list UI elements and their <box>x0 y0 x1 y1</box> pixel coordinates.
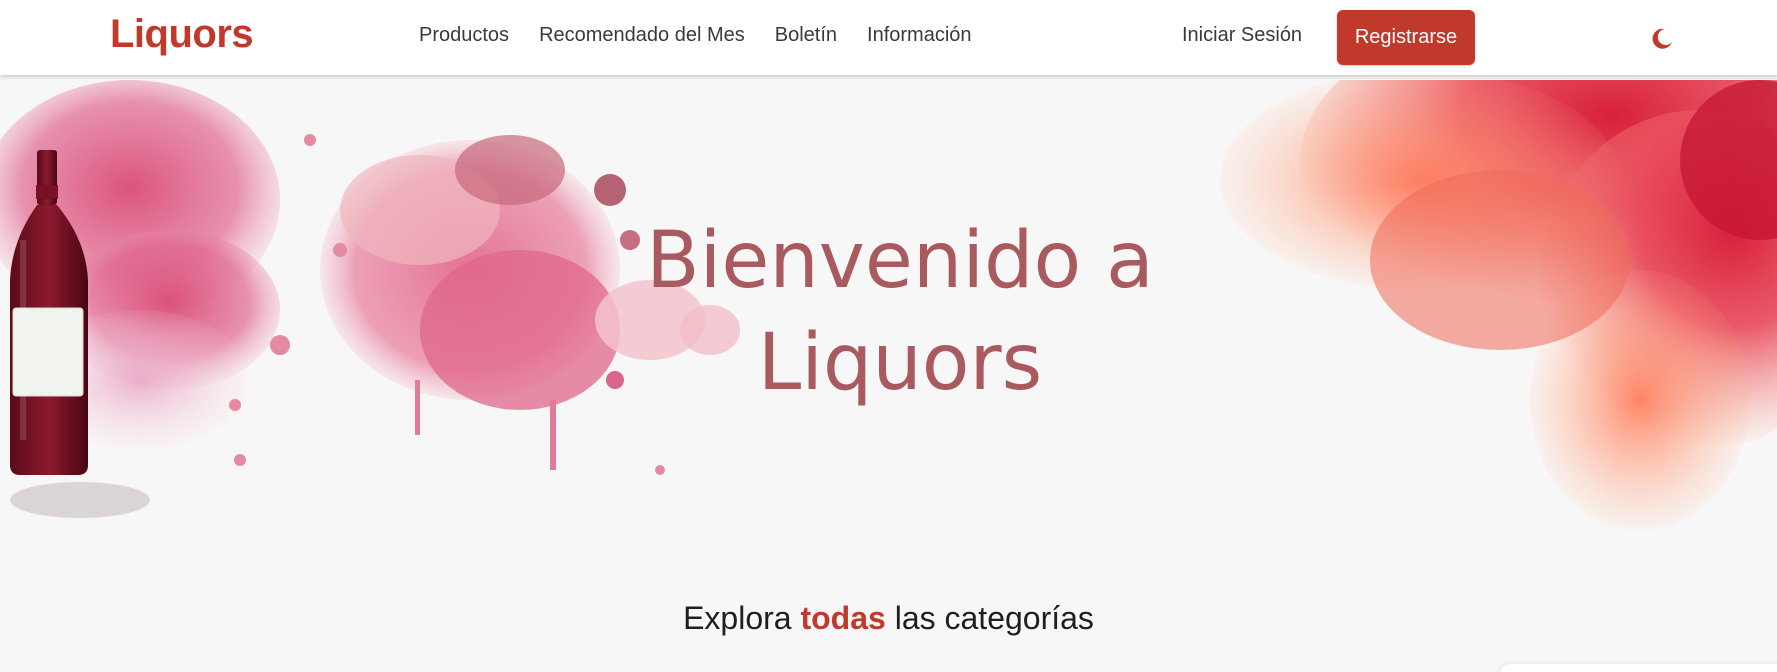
theme-toggle-button[interactable] <box>1648 24 1676 52</box>
hero-title-line1: Bienvenido a <box>646 216 1154 306</box>
nav-item-recomendado[interactable]: Recomendado del Mes <box>539 24 745 47</box>
hero-title-line2: Liquors <box>757 318 1043 408</box>
nav-item-boletin[interactable]: Boletín <box>775 24 837 47</box>
main-nav: Productos Recomendado del Mes Boletín In… <box>419 24 1002 47</box>
categories-heading-suffix: las categorías <box>894 600 1094 636</box>
nav-item-informacion[interactable]: Información <box>867 24 972 47</box>
page: Liquors Productos Recomendado del Mes Bo… <box>0 0 1777 672</box>
login-link[interactable]: Iniciar Sesión <box>1182 24 1302 47</box>
category-card-partial <box>1500 664 1777 672</box>
categories-heading-accent: todas <box>800 600 886 636</box>
site-header: Liquors Productos Recomendado del Mes Bo… <box>0 0 1777 75</box>
categories-heading: Explora todas las categorías <box>0 600 1777 637</box>
register-button[interactable]: Registrarse <box>1337 10 1475 65</box>
hero-banner: Bienvenido a Liquors <box>0 80 1777 540</box>
hero-title: Bienvenido a Liquors <box>540 210 1260 414</box>
moon-icon <box>1652 28 1672 49</box>
nav-item-productos[interactable]: Productos <box>419 24 509 47</box>
brand-logo[interactable]: Liquors <box>110 12 254 57</box>
categories-heading-prefix: Explora <box>683 600 792 636</box>
